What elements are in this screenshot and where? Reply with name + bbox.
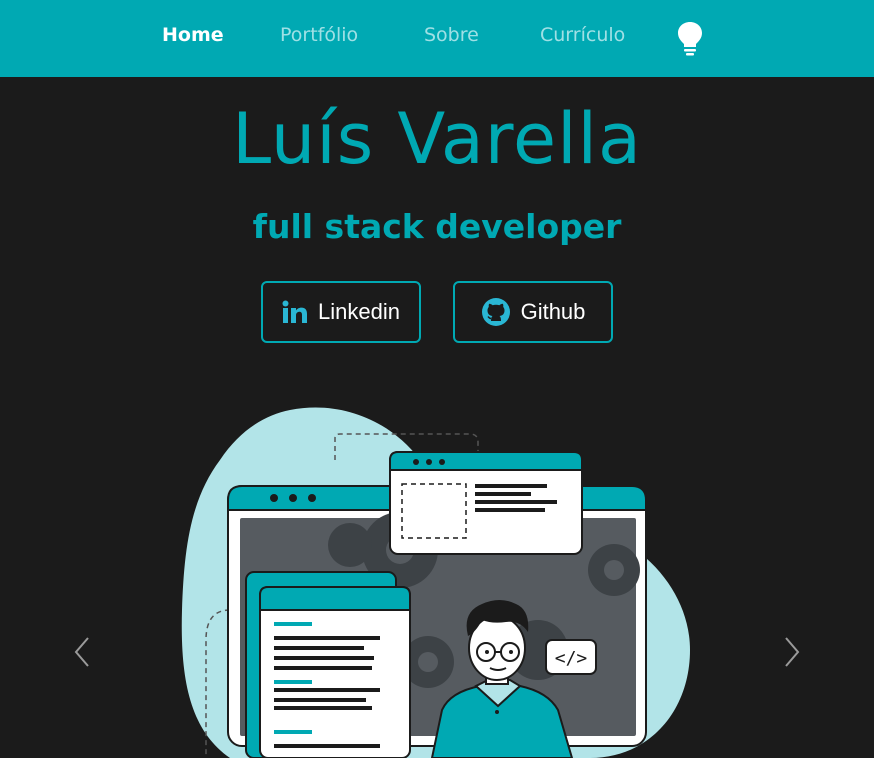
nav-curriculo[interactable]: Currículo [540,24,625,46]
linkedin-button[interactable]: Linkedin [261,281,421,343]
github-icon [481,298,510,326]
developer-illustration: </> [181,407,690,758]
linkedin-icon [282,300,308,323]
hero-name: Luís Varella [232,98,642,180]
chevron-left-icon[interactable] [72,636,92,668]
navbar: Home Portfólio Sobre Currículo [0,0,874,77]
lightbulb-icon[interactable] [676,20,704,56]
code-tag-text: </> [555,648,588,669]
github-button[interactable]: Github [453,281,613,343]
nav-sobre[interactable]: Sobre [424,24,479,46]
nav-home[interactable]: Home [162,24,224,46]
linkedin-label: Linkedin [318,299,400,324]
hero-role: full stack developer [252,207,622,246]
chevron-right-icon[interactable] [782,636,802,668]
github-label: Github [520,299,586,324]
nav-portfolio[interactable]: Portfólio [280,24,358,46]
